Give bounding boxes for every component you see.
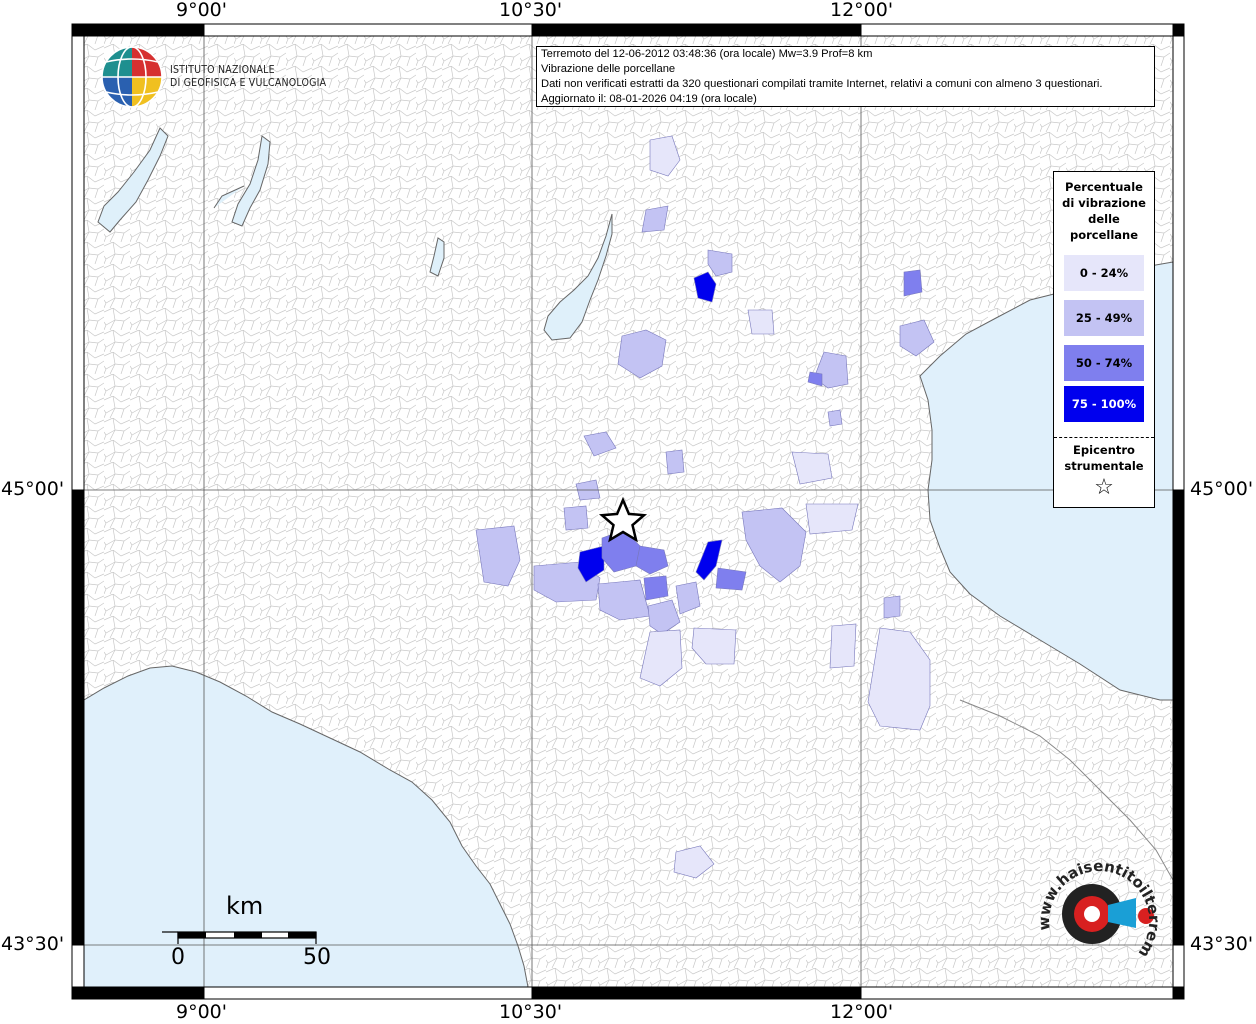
legend-epicenter-title: Epicentro strumentale bbox=[1064, 443, 1144, 473]
earthquake-info-box: Terremoto del 12-06-2012 03:48:36 (ora l… bbox=[536, 46, 1155, 107]
scale-end: 50 bbox=[303, 945, 331, 970]
map-subject: Vibrazione delle porcellane bbox=[541, 63, 676, 75]
legend-separator bbox=[1054, 437, 1154, 438]
lon-label-12: 12°00' bbox=[830, 0, 894, 21]
institute-name: ISTITUTO NAZIONALE DI GEOFISICA E VULCAN… bbox=[170, 64, 327, 89]
lon-label-12-bottom: 12°00' bbox=[830, 1001, 894, 1023]
lat-label-45-right: 45°00' bbox=[1190, 478, 1254, 500]
scale-start: 0 bbox=[171, 945, 185, 970]
lat-label-43-30-left: 43°30' bbox=[1, 933, 65, 955]
lon-label-10-30-bottom: 10°30' bbox=[499, 1001, 563, 1023]
legend-star-icon: ☆ bbox=[1094, 475, 1114, 500]
scale-unit: km bbox=[226, 892, 264, 920]
legend-item-25-49: 25 - 49% bbox=[1064, 300, 1144, 336]
legend-item-0-24: 0 - 24% bbox=[1064, 255, 1144, 291]
map-canvas[interactable]: www.haisentitoilterremoto.it bbox=[0, 0, 1256, 1024]
lat-label-43-30-right: 43°30' bbox=[1190, 933, 1254, 955]
update-time: Aggiornato il: 08-01-2026 04:19 (ora loc… bbox=[541, 93, 757, 105]
ingv-logo-icon bbox=[101, 46, 163, 108]
legend-item-50-74: 50 - 74% bbox=[1064, 345, 1144, 381]
lon-label-9-bottom: 9°00' bbox=[176, 1001, 227, 1023]
earthquake-title: Terremoto del 12-06-2012 03:48:36 (ora l… bbox=[541, 48, 873, 60]
legend-title: Percentuale di vibrazione delle porcella… bbox=[1062, 180, 1146, 242]
lat-label-45-left: 45°00' bbox=[1, 478, 65, 500]
lon-label-10-30: 10°30' bbox=[499, 0, 563, 21]
lon-label-9: 9°00' bbox=[176, 0, 227, 21]
legend-item-75-100: 75 - 100% bbox=[1064, 386, 1144, 422]
data-notice: Dati non verificati estratti da 320 ques… bbox=[541, 78, 1103, 90]
legend-panel: Percentuale di vibrazione delle porcella… bbox=[1053, 171, 1155, 508]
